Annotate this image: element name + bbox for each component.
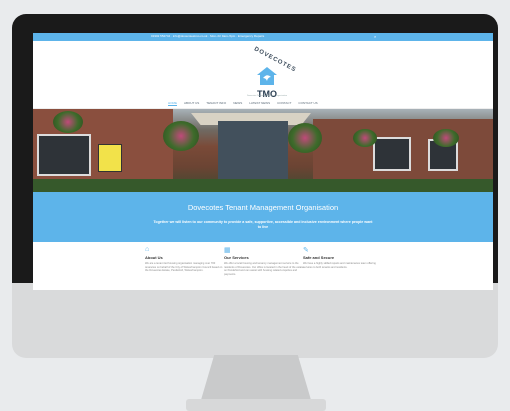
house-icon: ⌂ (145, 246, 150, 253)
intro-band (33, 192, 493, 242)
hanging-basket (163, 121, 199, 151)
monitor-base (186, 399, 326, 411)
services-title[interactable]: Our Services (224, 255, 304, 260)
monitor-stand (201, 355, 311, 400)
window (37, 134, 91, 176)
hero-photo (33, 109, 493, 192)
nav-item-contact-us[interactable]: CONTACT US (298, 101, 317, 106)
hanging-basket (288, 123, 322, 153)
about-column: ⌂ About Us We are a tenant led housing o… (145, 246, 225, 273)
safe-text: We have a highly skilled repairs and mai… (303, 262, 376, 269)
yellow-notice-sign (98, 144, 122, 172)
band-title: Dovecotes Tenant Management Organisation (187, 203, 339, 212)
safe-column: ✎ Safe and Secure We have a highly skill… (303, 246, 383, 269)
about-text: We are a tenant led housing organisation… (145, 262, 223, 273)
hanging-basket (353, 129, 377, 147)
safe-title[interactable]: Safe and Secure (303, 255, 383, 260)
about-title[interactable]: About Us (145, 255, 225, 260)
nav-item-contact[interactable]: CONTACT (277, 101, 291, 106)
top-contact-text: 01902 552744 · info@dovecotestmo.co.uk ·… (151, 34, 265, 38)
logo-tmo-text: TMO (257, 89, 277, 99)
window (373, 137, 411, 171)
hedge (33, 179, 493, 192)
nav-item-about[interactable]: ABOUT US (184, 101, 199, 106)
nav-item-latest-news[interactable]: LATEST NEWS (249, 101, 270, 106)
nav-item-news[interactable]: NEWS (233, 101, 242, 106)
band-subtitle: Together we will listen to our community… (153, 220, 373, 229)
main-nav: HOME ABOUT US TENANT INFO NEWS LATEST NE… (168, 101, 318, 106)
hanging-basket (53, 111, 83, 133)
services-text: We offer a local housing and tenancy man… (224, 262, 304, 276)
website-screen: 01902 552744 · info@dovecotestmo.co.uk ·… (33, 33, 493, 290)
search-icon[interactable]: ⌕ (374, 34, 379, 39)
grid-icon: ▦ (224, 247, 231, 254)
hanging-basket (433, 129, 459, 147)
monitor-chin (12, 283, 498, 358)
house-dove-icon (257, 67, 277, 85)
nav-item-tenant-info[interactable]: TENANT INFO (206, 101, 226, 106)
wrench-icon: ✎ (303, 247, 309, 254)
site-tagline: Dovecotes Tenant Management Organisation (246, 95, 288, 97)
nav-item-home[interactable]: HOME (168, 101, 177, 106)
services-column: ▦ Our Services We offer a local housing … (224, 246, 304, 276)
